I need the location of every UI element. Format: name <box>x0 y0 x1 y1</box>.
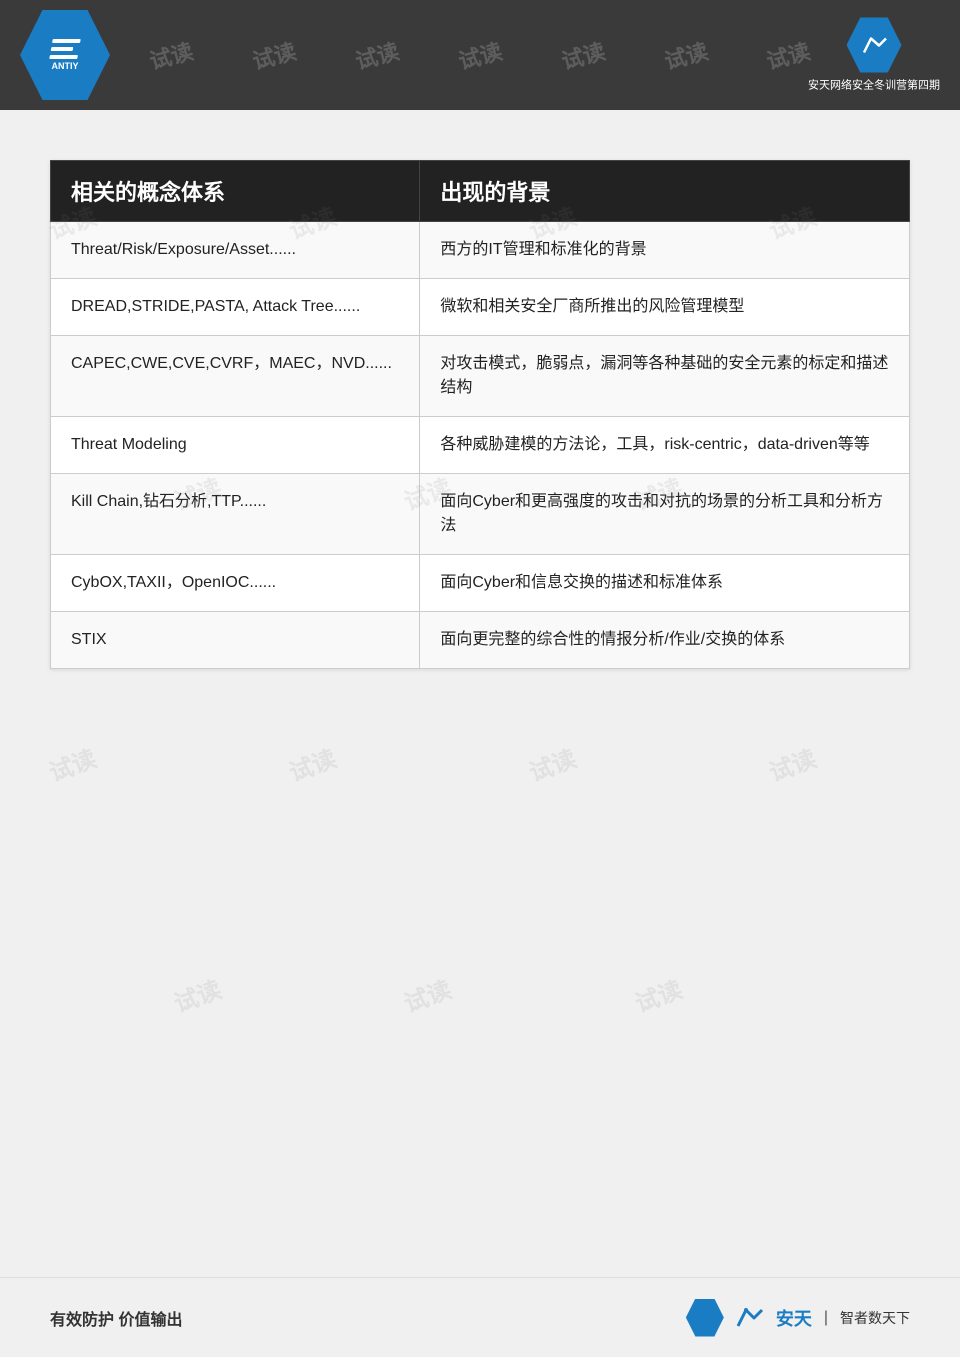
table-cell-background: 微软和相关安全厂商所推出的风险管理模型 <box>420 279 910 336</box>
col1-header: 相关的概念体系 <box>51 161 420 222</box>
page-watermark-8: 试读 <box>283 739 340 788</box>
page-watermark-12: 试读 <box>399 970 456 1019</box>
header-brand: 安天网络安全冬训营第四期 <box>808 18 940 93</box>
footer-brand-icon <box>732 1300 768 1336</box>
logo-lines <box>49 39 81 59</box>
brand-logo-icon <box>859 30 889 60</box>
footer-brand: 安天 | 智者数天下 <box>686 1299 910 1337</box>
table-row: Kill Chain,钻石分析,TTP......面向Cyber和更高强度的攻击… <box>51 474 910 555</box>
brand-hexagon <box>847 18 902 73</box>
table-cell-background: 面向Cyber和更高强度的攻击和对抗的场景的分析工具和分析方法 <box>420 474 910 555</box>
logo-line-3 <box>49 55 78 59</box>
page-watermark-7: 试读 <box>43 739 100 788</box>
table-cell-concept: Threat Modeling <box>51 417 420 474</box>
table-cell-concept: DREAD,STRIDE,PASTA, Attack Tree...... <box>51 279 420 336</box>
page-watermark-10: 试读 <box>763 739 820 788</box>
table-cell-background: 面向更完整的综合性的情报分析/作业/交换的体系 <box>420 612 910 669</box>
logo-line-1 <box>52 39 81 43</box>
table-row: Threat/Risk/Exposure/Asset......西方的IT管理和… <box>51 222 910 279</box>
footer: 有效防护 价值输出 安天 | 智者数天下 <box>0 1277 960 1357</box>
col2-header: 出现的背景 <box>420 161 910 222</box>
table-cell-concept: Kill Chain,钻石分析,TTP...... <box>51 474 420 555</box>
table-cell-background: 各种威胁建模的方法论，工具，risk-centric，data-driven等等 <box>420 417 910 474</box>
table-cell-background: 西方的IT管理和标准化的背景 <box>420 222 910 279</box>
page-watermark-9: 试读 <box>523 739 580 788</box>
table-cell-background: 面向Cyber和信息交换的描述和标准体系 <box>420 555 910 612</box>
table-row: Threat Modeling各种威胁建模的方法论，工具，risk-centri… <box>51 417 910 474</box>
page-watermark-11: 试读 <box>168 970 225 1019</box>
footer-brand-name: 安天 <box>776 1305 812 1331</box>
header: ANTIY 试读 试读 试读 试读 试读 试读 试读 安天网络安全冬训营第四期 <box>0 0 960 110</box>
header-wm-5: 试读 <box>557 34 608 76</box>
table-cell-concept: STIX <box>51 612 420 669</box>
table-cell-concept: CybOX,TAXII，OpenIOC...... <box>51 555 420 612</box>
footer-divider: | <box>824 1309 828 1327</box>
logo-line-2 <box>51 47 74 51</box>
table-row: CybOX,TAXII，OpenIOC......面向Cyber和信息交换的描述… <box>51 555 910 612</box>
table-row: DREAD,STRIDE,PASTA, Attack Tree......微软和… <box>51 279 910 336</box>
logo: ANTIY <box>20 10 110 100</box>
header-wm-6: 试读 <box>660 34 711 76</box>
header-wm-4: 试读 <box>455 34 506 76</box>
brand-label: 安天网络安全冬训营第四期 <box>808 77 940 93</box>
header-wm-7: 试读 <box>763 34 814 76</box>
footer-brand-slogan: 智者数天下 <box>840 1308 910 1328</box>
table-cell-concept: CAPEC,CWE,CVE,CVRF，MAEC，NVD...... <box>51 336 420 417</box>
header-wm-1: 试读 <box>146 34 197 76</box>
main-content: 相关的概念体系 出现的背景 Threat/Risk/Exposure/Asset… <box>0 110 960 699</box>
table-cell-background: 对攻击模式，脆弱点，漏洞等各种基础的安全元素的标定和描述结构 <box>420 336 910 417</box>
table-row: CAPEC,CWE,CVE,CVRF，MAEC，NVD......对攻击模式，脆… <box>51 336 910 417</box>
page-watermark-13: 试读 <box>629 970 686 1019</box>
table-row: STIX面向更完整的综合性的情报分析/作业/交换的体系 <box>51 612 910 669</box>
footer-brand-hexagon <box>686 1299 724 1337</box>
table-header-row: 相关的概念体系 出现的背景 <box>51 161 910 222</box>
table-cell-concept: Threat/Risk/Exposure/Asset...... <box>51 222 420 279</box>
footer-slogan: 有效防护 价值输出 <box>50 1306 182 1330</box>
header-wm-2: 试读 <box>249 34 300 76</box>
logo-text: ANTIY <box>52 61 79 71</box>
header-wm-3: 试读 <box>352 34 403 76</box>
table-body: Threat/Risk/Exposure/Asset......西方的IT管理和… <box>51 222 910 669</box>
concept-table: 相关的概念体系 出现的背景 Threat/Risk/Exposure/Asset… <box>50 160 910 669</box>
